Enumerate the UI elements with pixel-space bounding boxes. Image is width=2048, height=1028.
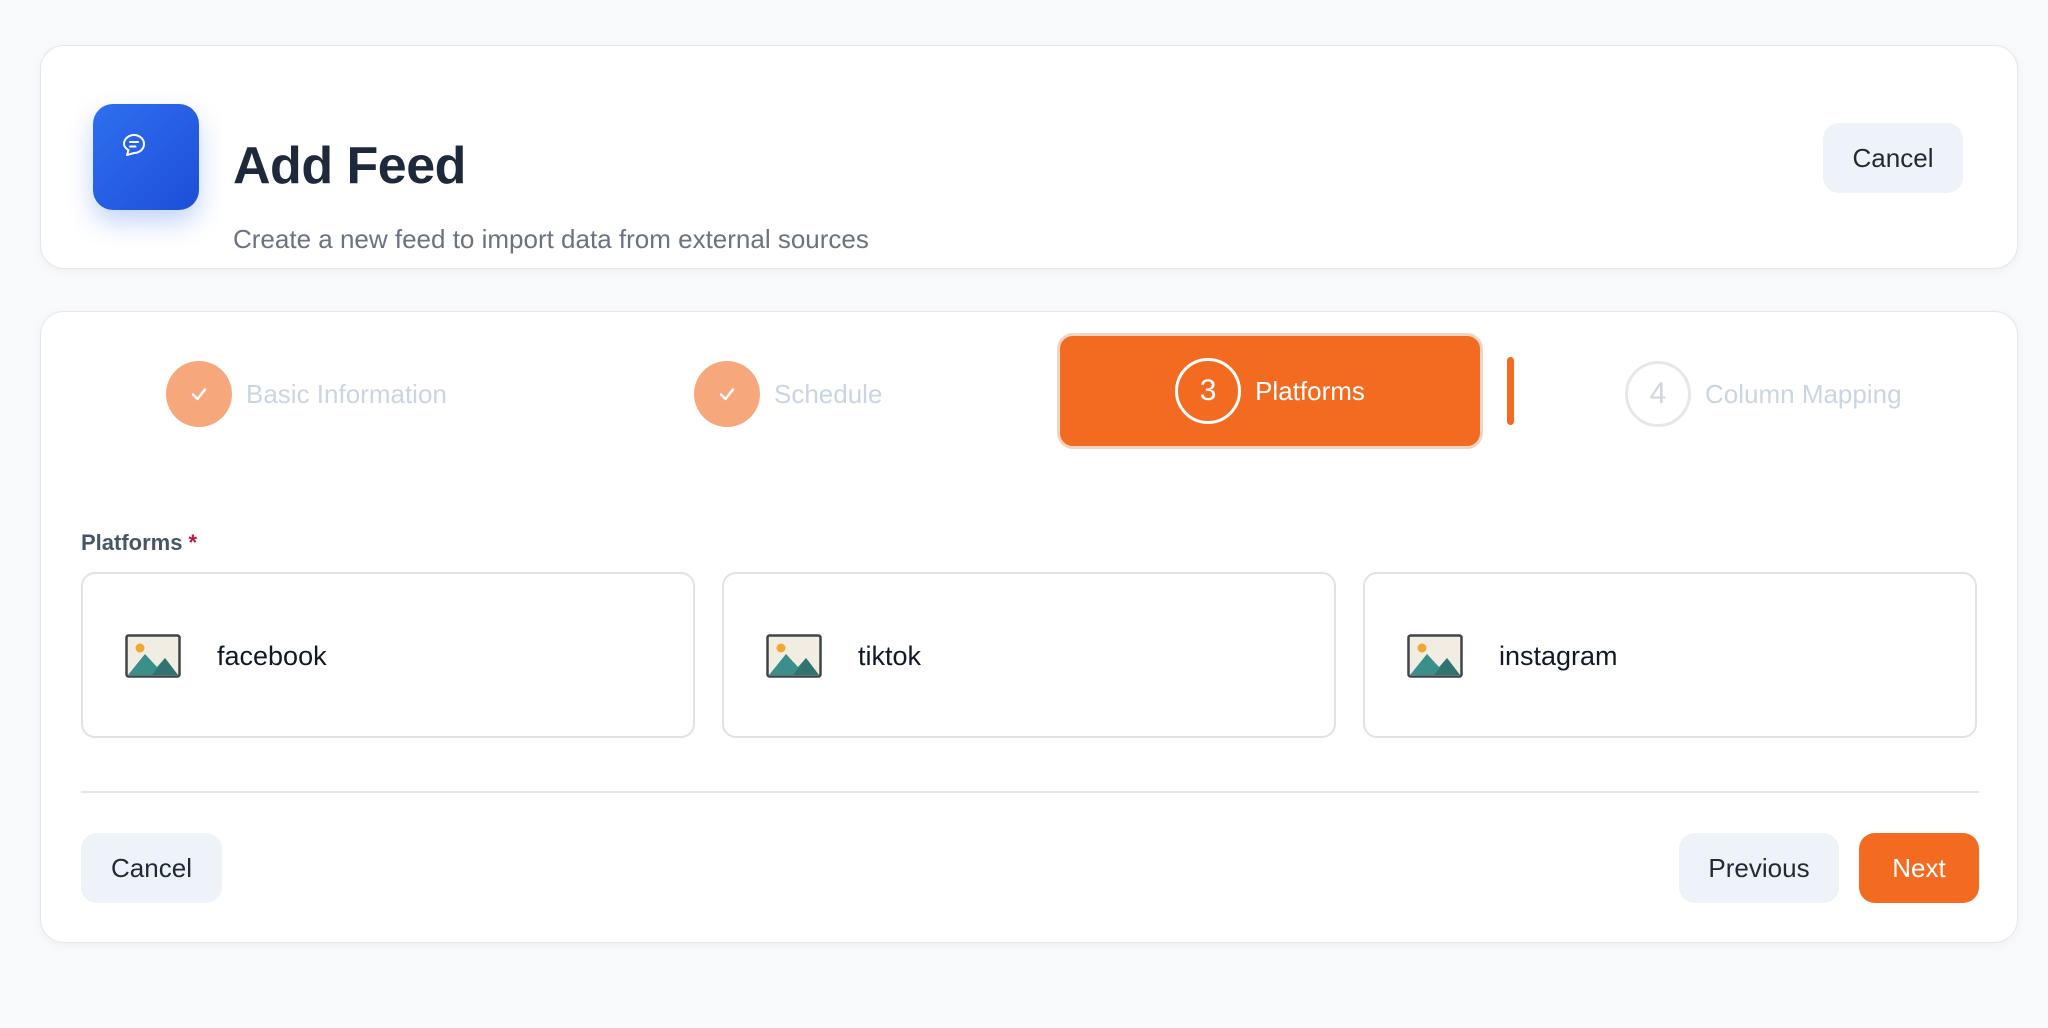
step-schedule[interactable]: Schedule xyxy=(694,358,882,430)
step-number-circle: 3 xyxy=(1175,358,1242,424)
platform-option-tiktok[interactable]: tiktok xyxy=(722,572,1336,738)
check-icon xyxy=(719,388,735,401)
platforms-field-label: Platforms * xyxy=(81,530,197,556)
platform-name: facebook xyxy=(217,641,327,671)
platform-name: instagram xyxy=(1499,641,1618,671)
step-completed-indicator xyxy=(694,361,760,427)
check-icon xyxy=(191,388,207,401)
page-title: Add Feed xyxy=(233,137,466,195)
step-basic-information[interactable]: Basic Information xyxy=(166,358,447,430)
required-marker: * xyxy=(188,530,198,555)
page-header-card: Add Feed Create a new feed to import dat… xyxy=(40,45,2018,269)
platform-option-facebook[interactable]: facebook xyxy=(81,572,695,738)
previous-button[interactable]: Previous xyxy=(1679,833,1839,903)
platform-name: tiktok xyxy=(858,641,922,671)
platforms-label-text: Platforms xyxy=(81,530,183,555)
wizard-card: Basic Information Schedule 3 Platforms 4… xyxy=(40,311,2018,943)
cancel-button[interactable]: Cancel xyxy=(81,833,222,903)
footer-divider xyxy=(81,791,1979,793)
step-completed-indicator xyxy=(166,361,232,427)
step-number-circle: 4 xyxy=(1625,361,1691,427)
platform-option-instagram[interactable]: instagram xyxy=(1363,572,1977,738)
step-label: Platforms xyxy=(1255,375,1365,406)
image-placeholder-icon xyxy=(766,634,822,678)
header-cancel-button[interactable]: Cancel xyxy=(1823,123,1963,193)
step-label: Schedule xyxy=(774,378,883,409)
step-column-mapping[interactable]: 4 Column Mapping xyxy=(1625,358,1902,430)
sparkle-feed-icon xyxy=(123,134,145,156)
step-label: Basic Information xyxy=(246,378,447,409)
page-subtitle: Create a new feed to import data from ex… xyxy=(233,224,869,254)
step-platforms-active[interactable]: 3 Platforms xyxy=(1057,333,1483,449)
image-placeholder-icon xyxy=(1407,634,1463,678)
step-label: Column Mapping xyxy=(1705,378,1902,409)
image-placeholder-icon xyxy=(125,634,181,678)
step-progress-marker xyxy=(1507,357,1514,425)
next-button[interactable]: Next xyxy=(1859,833,1979,903)
feed-logo-tile xyxy=(93,104,199,210)
